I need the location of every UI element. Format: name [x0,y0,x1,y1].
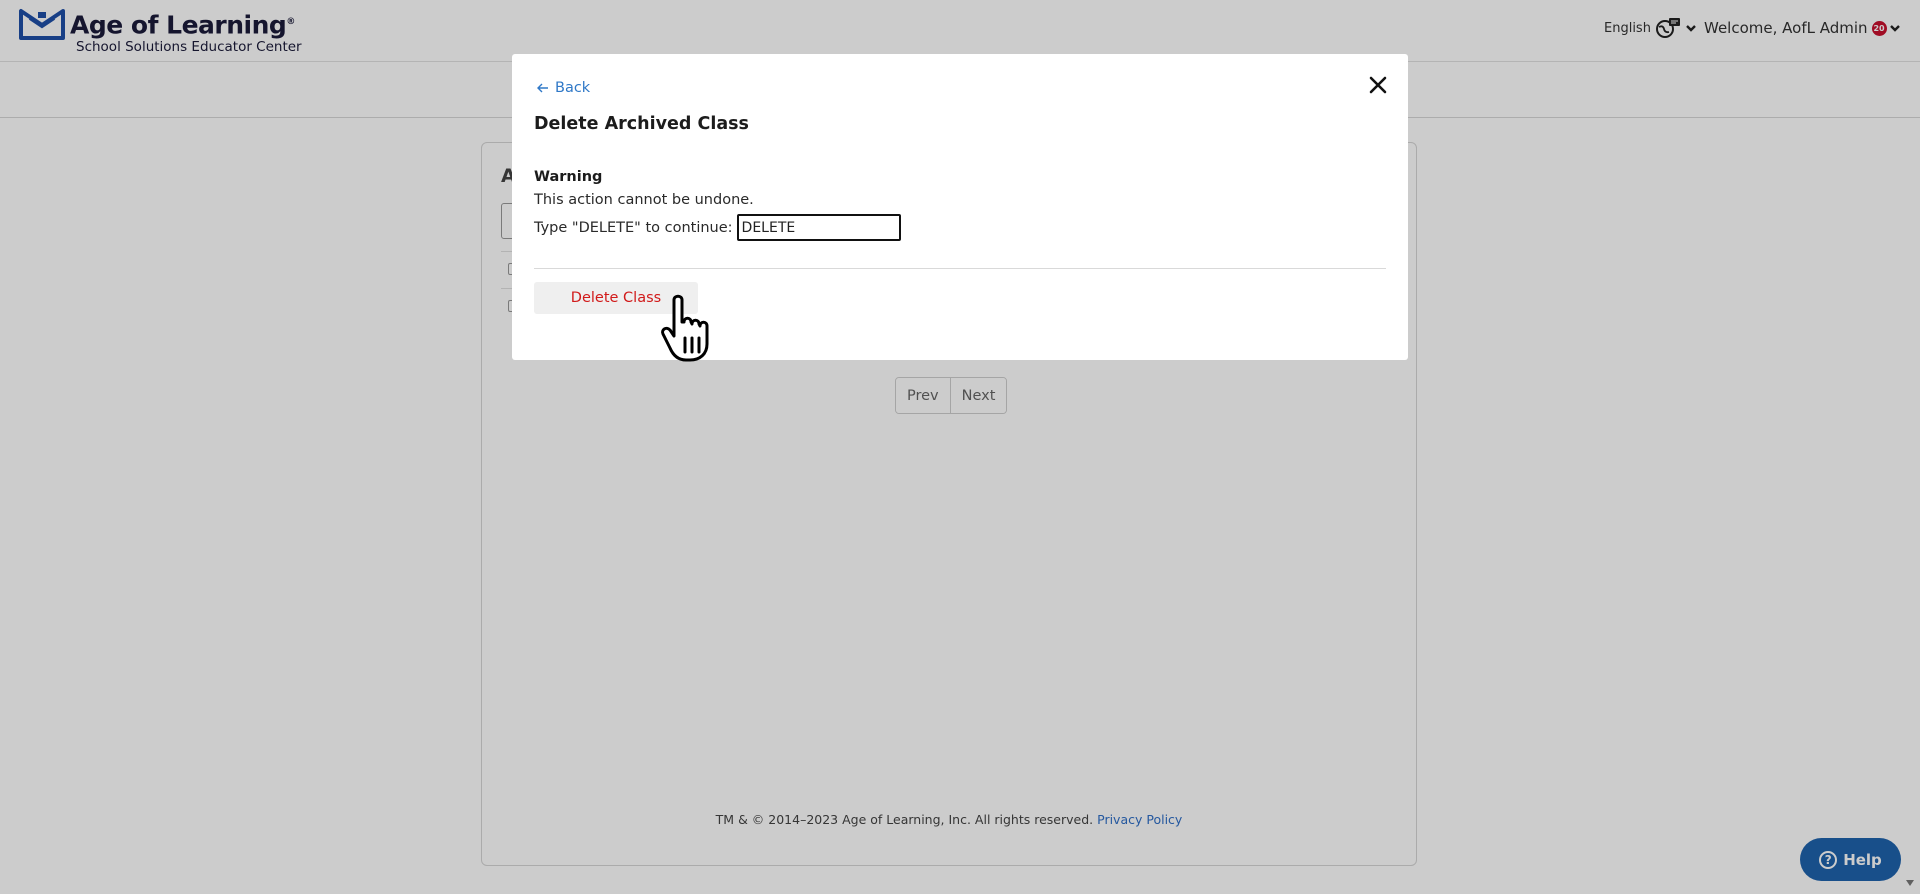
back-label: Back [555,80,591,96]
arrow-left-icon [537,83,548,93]
confirm-delete-input[interactable] [736,214,901,241]
close-icon[interactable] [1365,72,1391,98]
confirm-row: Type "DELETE" to continue: [534,214,901,241]
delete-class-modal: Back Delete Archived Class Warning This … [512,54,1408,360]
warning-heading: Warning [534,169,603,185]
confirm-prompt: Type "DELETE" to continue: [534,219,733,236]
modal-divider [534,268,1386,269]
hand-pointer-cursor-icon [661,294,709,362]
modal-title: Delete Archived Class [534,114,749,134]
back-link[interactable]: Back [537,80,590,96]
warning-text: This action cannot be undone. [534,192,754,208]
